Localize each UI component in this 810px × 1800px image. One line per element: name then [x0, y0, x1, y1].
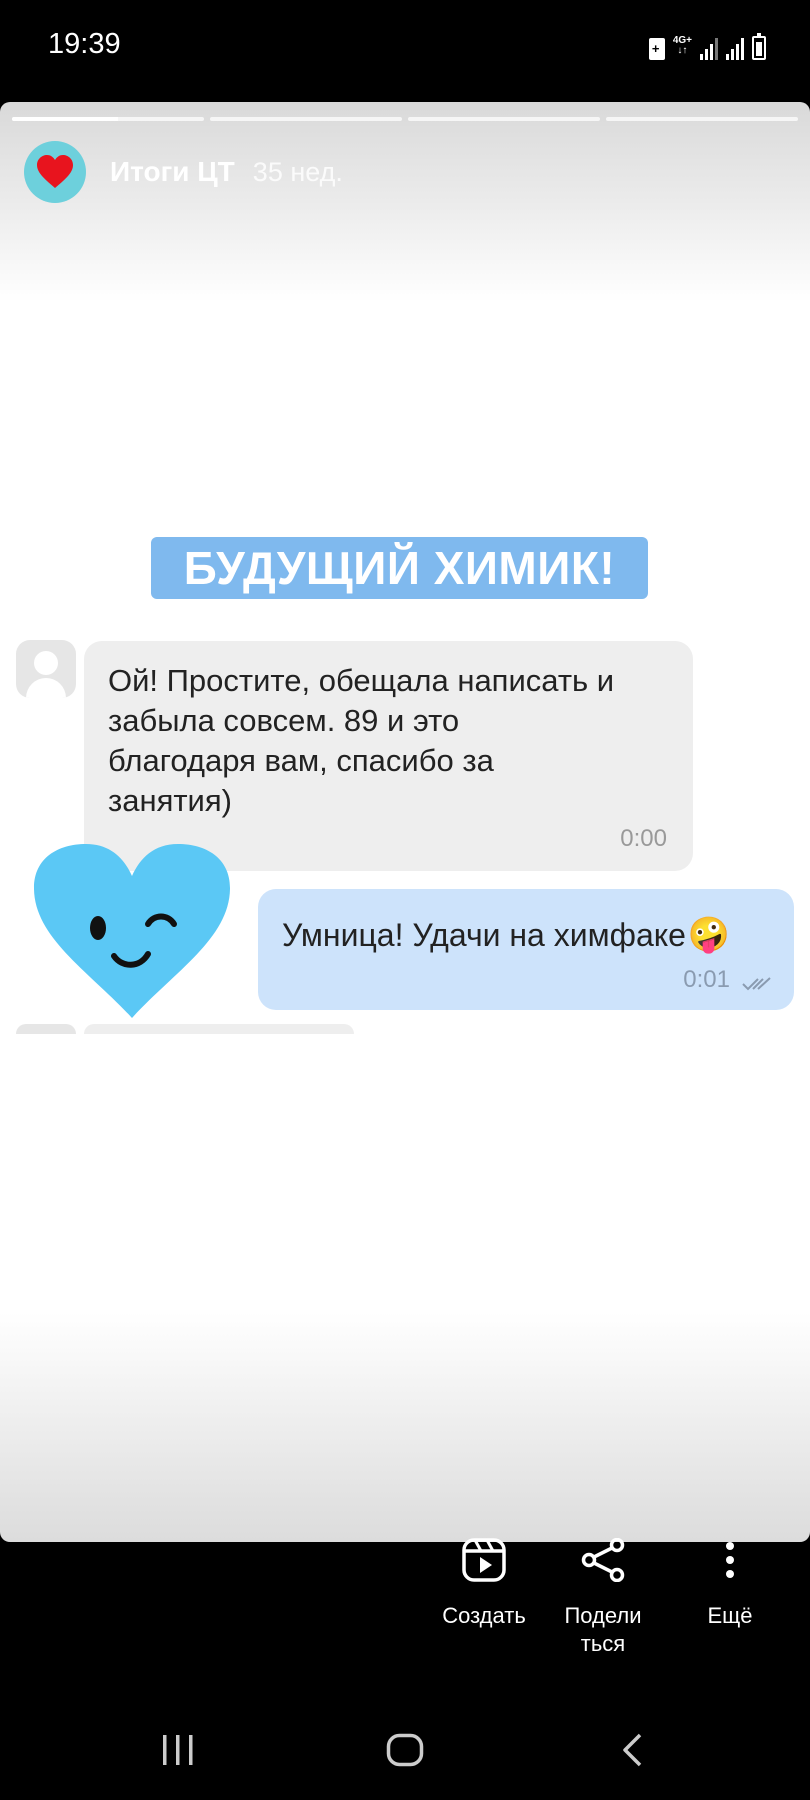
status-bar: 19:39 4G+↓↑ — [0, 0, 810, 95]
message-partial — [84, 1024, 354, 1034]
story-actions: Создать Подели ться Ещё — [0, 1530, 810, 1690]
emoji-icon: 🤪 — [687, 916, 731, 954]
avatar-partial — [16, 1024, 76, 1034]
reels-icon — [462, 1538, 506, 1582]
account-avatar[interactable] — [24, 141, 86, 203]
home-button[interactable] — [365, 1720, 445, 1780]
status-icons: 4G+↓↑ — [648, 30, 766, 60]
story-age: 35 нед. — [252, 156, 343, 187]
battery-icon — [752, 33, 766, 60]
message-line: благодаря вам, спасибо за — [108, 743, 494, 778]
story-viewer[interactable]: Итоги ЦТ 35 нед. БУДУЩИЙ ХИМИК! Ой! Прос… — [0, 102, 810, 1542]
message-line: занятия) — [108, 783, 232, 818]
share-button[interactable]: Подели ться — [538, 1530, 668, 1658]
create-label: Создать — [442, 1603, 526, 1628]
share-label-line: Подели — [564, 1603, 642, 1628]
share-label-line: ться — [580, 1631, 626, 1656]
story-progress — [12, 117, 798, 121]
system-navbar — [0, 1720, 810, 1780]
more-vert-icon — [726, 1542, 734, 1578]
message-line: забыла совсем. 89 и это — [108, 703, 460, 738]
progress-segment — [606, 117, 798, 121]
signal-icon-2 — [726, 38, 744, 60]
more-button[interactable]: Ещё — [665, 1530, 795, 1630]
share-icon — [581, 1538, 625, 1582]
outgoing-message-body: Умница! Удачи на химфаке — [282, 917, 686, 953]
network-label: 4G+ — [672, 35, 692, 46]
heart-icon — [37, 155, 73, 188]
incoming-message-time: 0:00 — [620, 825, 667, 852]
recents-button[interactable] — [138, 1720, 218, 1780]
create-button[interactable]: Создать — [419, 1530, 549, 1630]
message-line: Ой! Простите, обещала написать и — [108, 663, 615, 698]
incoming-message: Ой! Простите, обещала написать и забыла … — [84, 641, 693, 871]
incoming-message-text: Ой! Простите, обещала написать и забыла … — [108, 661, 669, 821]
more-label: Ещё — [707, 1603, 753, 1628]
progress-segment — [408, 117, 600, 121]
home-icon — [386, 1733, 424, 1767]
progress-segment — [210, 117, 402, 121]
save-icon — [648, 38, 665, 60]
back-icon — [623, 1733, 642, 1767]
read-ticks-icon — [742, 977, 771, 991]
story-banner: БУДУЩИЙ ХИМИК! — [151, 537, 648, 599]
network-icon: 4G+ ↓↑ — [672, 35, 692, 56]
back-button[interactable] — [592, 1720, 672, 1780]
recents-icon — [163, 1735, 193, 1765]
outgoing-message: Умница! Удачи на химфаке 🤪 0:01 — [258, 889, 794, 1010]
progress-segment — [12, 117, 204, 121]
status-time: 19:39 — [48, 28, 121, 60]
avatar — [16, 640, 76, 698]
account-name[interactable]: Итоги ЦТ — [110, 156, 235, 188]
share-label: Подели ться — [538, 1602, 668, 1658]
outgoing-message-time: 0:01 — [683, 966, 730, 993]
story-header[interactable]: Итоги ЦТ 35 нед. — [24, 140, 343, 204]
winking-heart-sticker — [34, 844, 230, 1018]
signal-icon — [700, 38, 718, 60]
outgoing-message-text: Умница! Удачи на химфаке 🤪 — [282, 915, 770, 955]
